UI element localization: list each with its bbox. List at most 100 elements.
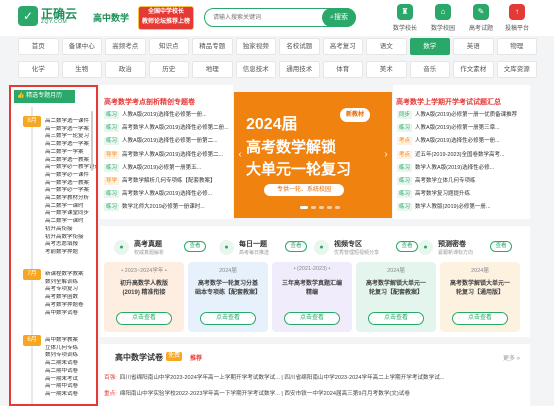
subject-tab[interactable]: 语文 — [366, 38, 407, 55]
site-logo[interactable]: ✓ 正确云 ZQY.COM — [18, 6, 77, 26]
resource-row[interactable]: 练习 数学北师大2019必修第一册课时... — [104, 203, 231, 212]
resource-row[interactable]: 练习 人教A版(2019)必修第一册第三章... — [397, 124, 528, 133]
topic-link[interactable]: 高二数学一课时 — [45, 203, 96, 211]
resource-row[interactable]: 练习 人教A版(2019)选择性必修第一册... — [104, 111, 231, 120]
resource-row[interactable]: 练习 数学人教A版(2019)选择性必修... — [397, 163, 528, 173]
subject-tab[interactable]: 化学 — [18, 61, 59, 78]
topic-link[interactable]: 高考专项复习 — [45, 286, 96, 294]
resource-row[interactable]: 练习 高考数学人教A版(2019)选择性必修... — [104, 190, 231, 199]
resource-row[interactable]: 考点 人教A版(2019)选择性必修第一册... — [397, 137, 528, 146]
card-view-button[interactable]: 点击查看 — [452, 312, 508, 325]
category-view-button[interactable]: 查看 — [490, 241, 512, 252]
quick-link-campus[interactable]: ⌂ 数学校园 — [426, 4, 460, 32]
topic-link[interactable]: 初升高衔接 — [45, 226, 96, 234]
quick-link-upload[interactable]: ↑ 投稿平台 — [500, 4, 534, 32]
carousel-next-icon[interactable]: › — [382, 148, 390, 162]
month-marker[interactable]: 7月 — [23, 269, 41, 280]
resource-row[interactable]: 练习 高考数学复习题提升练 — [397, 190, 528, 199]
topic-link[interactable]: 考前数学押题 — [45, 249, 96, 257]
topic-link[interactable]: 新课程数学教案 — [45, 271, 96, 279]
resource-row[interactable]: 练习 数学人教版(2019)必修第一册... — [397, 203, 528, 212]
subject-tab[interactable]: 通用技术 — [279, 61, 320, 78]
subject-tab[interactable]: 高考复习 — [322, 38, 363, 55]
topic-link[interactable]: 立体几何专练 — [45, 345, 96, 353]
topic-link[interactable]: 高中数学教案 — [45, 337, 96, 345]
panel-scrollbar[interactable] — [91, 111, 93, 171]
quick-link-principal[interactable]: ♜ 数学校长 — [388, 4, 422, 32]
topic-card[interactable]: • 2023~2024学年 • 初升高数学人教版 (2019) 精准衔接 点击查看 — [104, 262, 184, 332]
topic-card[interactable]: 2024届 高考数学解锁大单元一 轮复习【通用版】 点击查看 — [440, 262, 520, 332]
topic-link[interactable]: 高一数学必一课件 — [45, 172, 96, 180]
carousel-dot[interactable] — [319, 206, 324, 209]
topic-link[interactable]: 高一数学课堂同步 — [45, 210, 96, 218]
subject-tab[interactable]: 名校试题 — [279, 38, 320, 55]
subject-tab[interactable]: 高频考点 — [105, 38, 146, 55]
card-view-button[interactable]: 点击查看 — [284, 312, 340, 325]
carousel-dot[interactable] — [311, 206, 316, 209]
subject-tab[interactable]: 独家视频 — [235, 38, 276, 55]
topic-link[interactable]: 高考志愿填报 — [45, 241, 96, 249]
resource-row[interactable]: 练习 高考数学人教A版(2019)选择性必修第二册... — [104, 124, 231, 133]
topic-link[interactable]: 高一数学选一学案 — [45, 126, 96, 134]
section-2-title[interactable]: 高考数学上学期开学考试试题汇总 — [396, 97, 501, 107]
card-view-button[interactable]: 点击查看 — [116, 312, 172, 325]
month-marker[interactable]: 8月 — [23, 116, 41, 127]
subject-tab[interactable]: 数学 — [409, 38, 450, 55]
section-1-title[interactable]: 高考数学考点剖析精创专题卷 — [104, 97, 195, 107]
subject-tab[interactable]: 音乐 — [409, 61, 450, 78]
resource-row[interactable]: 导学 高考数学解析几何专项练【配套教案】 — [104, 177, 231, 186]
exam-row[interactable]: 百强: 四川省绵阳南山中学2023-2024学年高一上学期开学考试数学试... |… — [104, 374, 524, 383]
topic-link[interactable]: 高二数学选一教案 — [45, 157, 96, 165]
category-view-button[interactable]: 查看 — [285, 241, 307, 252]
more-link[interactable]: 更多 » — [503, 353, 520, 362]
subject-tab[interactable]: 地理 — [192, 61, 233, 78]
resource-row[interactable]: 导学 高考数学人教A版(2019)选择性必修第二... — [104, 150, 231, 160]
promo-carousel[interactable]: 新教材 2024届 高考数学解锁 大单元一轮复习 专供一轮、系统校园 ‹ › — [234, 92, 392, 218]
topic-link[interactable]: 高一期末考试 — [45, 376, 96, 384]
topic-link[interactable]: 高一数学必一教学设计 — [45, 164, 96, 172]
category-view-button[interactable]: 查看 — [184, 241, 206, 252]
subject-tab[interactable]: 信息技术 — [235, 61, 276, 78]
topic-link[interactable]: 高二期中试卷 — [45, 368, 96, 376]
subject-tab[interactable]: 历史 — [148, 61, 189, 78]
subject-tab[interactable]: 体育 — [322, 61, 363, 78]
subject-tab[interactable]: 美术 — [366, 61, 407, 78]
topic-link[interactable]: 高二数学教材分析 — [45, 195, 96, 203]
topic-link[interactable]: 高一数学选一教案 — [45, 180, 96, 188]
topic-link[interactable]: 数列全解训练 — [45, 279, 96, 287]
topic-card[interactable]: • (2021-2023) • 三年高考数学真题汇编 精编 点击查看 — [272, 262, 352, 332]
topic-link[interactable]: 高二期末试卷 — [45, 360, 96, 368]
carousel-dot[interactable] — [327, 206, 332, 209]
search-button[interactable]: ⌕搜索 — [322, 8, 356, 27]
resource-row[interactable]: 练习 人教A版(2019)必修第一册第五... — [104, 163, 231, 173]
subject-tab[interactable]: 作文素材 — [453, 61, 494, 78]
topic-link[interactable]: 高考数学押题卷 — [45, 302, 96, 310]
topic-link[interactable]: 高一期末试卷 — [45, 391, 96, 399]
topic-link[interactable]: 高中数学试卷 — [45, 310, 96, 318]
subject-tab[interactable]: 政治 — [105, 61, 146, 78]
subject-tab[interactable]: 备课中心 — [61, 38, 102, 55]
topic-link[interactable]: 高考数学函数 — [45, 294, 96, 302]
topic-link[interactable]: 高一期中试卷 — [45, 383, 96, 391]
resource-row[interactable]: 练习 高考数学立体几何专项练 — [397, 177, 528, 186]
quick-link-exam[interactable]: ✎ 高考试题 — [464, 4, 498, 32]
subject-tab[interactable]: 精品专题 — [192, 38, 233, 55]
subject-tab[interactable]: 首页 — [18, 38, 59, 55]
topic-link[interactable]: 初升高数学衔接 — [45, 234, 96, 242]
topic-link[interactable]: 高二数学选一课件 — [45, 118, 96, 126]
subject-tab[interactable]: 物理 — [496, 38, 537, 55]
topic-card[interactable]: 2024届 高考数学解锁大单元一 轮复习【配套教案】 点击查看 — [356, 262, 436, 332]
carousel-dot[interactable] — [335, 206, 340, 209]
topic-link[interactable]: 高三数学一轮复习 — [45, 133, 96, 141]
topic-link[interactable]: 高二数学一学案 — [45, 149, 96, 157]
category-view-button[interactable]: 查看 — [396, 241, 418, 252]
resource-row[interactable]: 练习 人教A版(2019)选择性必修第一册第二... — [104, 137, 231, 146]
topic-card[interactable]: 2024届 高考数学一轮复习分基 础本专项练【配套教案】 点击查看 — [188, 262, 268, 332]
carousel-dot[interactable] — [300, 206, 308, 209]
subject-tab[interactable]: 知识点 — [148, 38, 189, 55]
card-view-button[interactable]: 点击查看 — [200, 312, 256, 325]
topic-link[interactable]: 高一数学必一学案 — [45, 187, 96, 195]
promo-banner[interactable]: 全国中学校长 教师论坛推荐上榜 — [138, 6, 194, 30]
subject-tab[interactable]: 英语 — [453, 38, 494, 55]
exam-row[interactable]: 重点: 绵阳南山中学实验学校2022-2023学年高一下学期开学考试数学... |… — [104, 390, 524, 399]
